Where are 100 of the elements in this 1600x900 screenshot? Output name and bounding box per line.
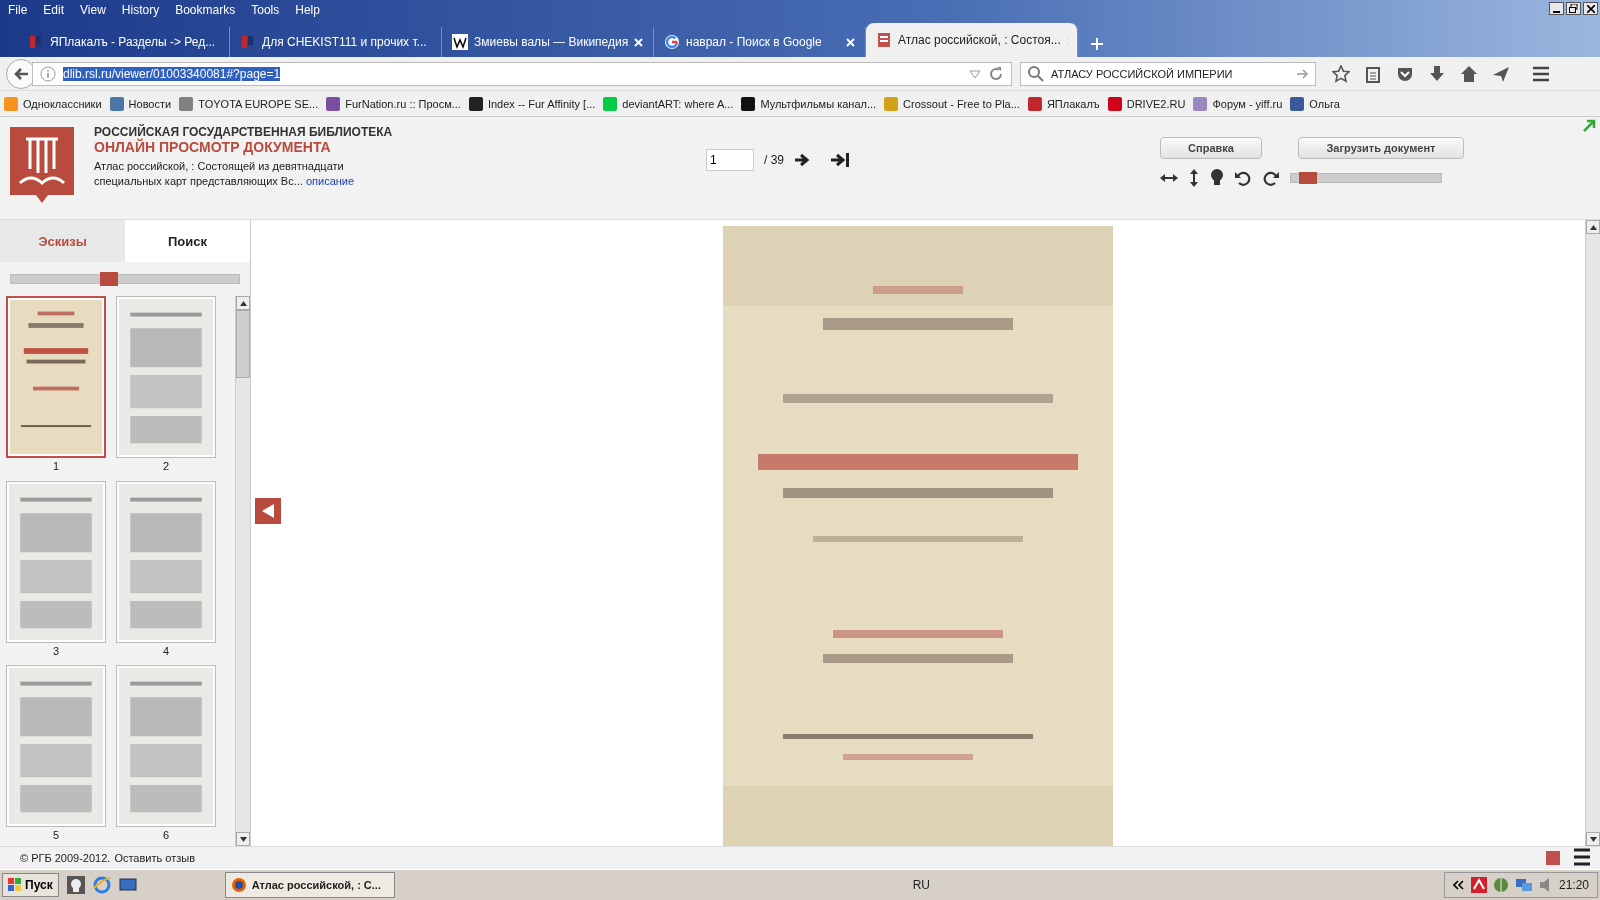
network-icon[interactable] <box>1514 877 1533 893</box>
plus-icon[interactable] <box>1090 37 1104 51</box>
url-text: dlib.rsl.ru/viewer/01003340081#?page=1 <box>63 66 281 81</box>
scroll-down-icon[interactable] <box>236 832 250 846</box>
wikipedia-icon <box>452 34 468 50</box>
language-indicator[interactable]: RU <box>912 878 930 892</box>
globe-icon[interactable] <box>1492 877 1509 893</box>
page-number-field[interactable]: 1 <box>706 149 754 171</box>
scrollbar[interactable] <box>235 296 250 846</box>
close-icon[interactable] <box>634 37 643 47</box>
desktop-icon[interactable] <box>118 877 137 893</box>
dropdown-icon[interactable] <box>969 68 981 79</box>
bookmark-link[interactable]: Crossout - Free to Pla... <box>903 97 1020 110</box>
close-icon[interactable] <box>846 37 855 47</box>
page-number: 1 <box>52 460 60 472</box>
scroll-up-icon[interactable] <box>236 296 250 310</box>
address-bar[interactable]: dlib.rsl.ru/viewer/01003340081#?page=1 <box>32 61 1012 86</box>
scroll-up-icon[interactable] <box>1586 220 1600 234</box>
page-number: 4 <box>162 644 170 657</box>
document-icon <box>876 32 892 48</box>
help-button[interactable]: Справка <box>1160 137 1262 159</box>
tab-title: ЯПлакалъ - Разделы -> Ред... <box>50 35 216 49</box>
tab-title: Змиевы валы — Википедия <box>474 35 629 49</box>
tab-title: наврал - Поиск в Google <box>686 35 823 49</box>
clock: 21:20 <box>1558 878 1589 892</box>
google-icon <box>664 34 680 50</box>
description-link[interactable]: описание <box>305 175 355 187</box>
menu-item[interactable]: Edit <box>43 3 65 17</box>
slider-thumb[interactable] <box>100 272 119 286</box>
close-button[interactable] <box>1583 2 1598 15</box>
firefox-icon <box>231 878 246 892</box>
collapse-button[interactable] <box>255 498 281 524</box>
sidebar-tab[interactable]: Поиск <box>125 220 250 262</box>
arrow-right-icon[interactable] <box>1297 68 1309 79</box>
expand-arrow-icon[interactable] <box>1582 119 1596 133</box>
search-field[interactable]: АТЛАСУ РОССИЙСКОЙ ИМПЕРИИ <box>1020 61 1316 86</box>
page-number: 5 <box>52 829 60 842</box>
lightbulb-icon[interactable] <box>1210 169 1224 187</box>
bookmark-link[interactable]: Мультфильмы канал... <box>760 97 877 110</box>
minimize-icon <box>1553 10 1560 13</box>
reload-icon[interactable] <box>987 64 1005 83</box>
browser-tab[interactable]: Атлас российской, : Состоя... <box>866 23 1078 57</box>
bookmark-link[interactable]: ЯПлакалъ <box>1046 97 1100 110</box>
send-icon[interactable] <box>1492 64 1510 83</box>
sidebar-tab[interactable]: Эскизы <box>0 220 125 262</box>
scroll-thumb[interactable] <box>236 310 250 378</box>
windows-logo <box>8 878 22 892</box>
download-button[interactable]: Загрузить документ <box>1298 137 1464 159</box>
bookmark-link[interactable]: Одноклассники <box>23 97 102 110</box>
flag-icon <box>28 34 44 50</box>
start-button[interactable]: Пуск <box>2 873 59 897</box>
page-total: / 39 <box>764 153 784 167</box>
menu-icon[interactable] <box>1532 64 1550 83</box>
menu-item[interactable]: View <box>80 3 106 17</box>
copyright-text: © РГБ 2009-2012. <box>20 852 111 864</box>
document-description: Атлас российской, : Состоящей из девятнадцати специальных карт представляющих Вс... описание <box>94 159 356 189</box>
star-icon[interactable] <box>1332 64 1350 83</box>
next-page-icon[interactable] <box>794 153 810 167</box>
color-square-icon[interactable] <box>1546 851 1560 865</box>
bookmark-link[interactable]: FurNation.ru :: Просм... <box>345 97 461 110</box>
viewer-title: ОНЛАЙН ПРОСМОТР ДОКУМЕНТА <box>94 139 332 155</box>
bookmark-link[interactable]: Форум - yiff.ru <box>1212 97 1283 110</box>
bookmark-link[interactable]: TOYOTA EUROPE SE... <box>198 97 319 110</box>
minimize-button[interactable] <box>1549 2 1564 15</box>
library-name: РОССИЙСКАЯ ГОСУДАРСТВЕННАЯ БИБЛИОТЕКА <box>94 125 394 139</box>
download-icon[interactable] <box>1428 64 1446 83</box>
bookmark-link[interactable]: DRIVE2.RU <box>1126 97 1186 110</box>
restore-icon <box>1569 4 1578 13</box>
menu-item[interactable]: Tools <box>251 3 280 17</box>
tab-title: Для CHEKIST111 и прочих т... <box>262 35 427 49</box>
fit-height-icon[interactable] <box>1188 169 1200 187</box>
page-number: 6 <box>162 829 170 842</box>
menu-icon[interactable] <box>1574 847 1590 867</box>
bookmark-link[interactable]: Index -- Fur Affinity [... <box>487 97 596 110</box>
taskbar-button[interactable]: Атлас российской, : С... <box>224 872 395 898</box>
last-page-icon[interactable] <box>830 153 850 167</box>
close-icon <box>1586 4 1595 13</box>
bookmark-link[interactable]: Новости <box>128 97 172 110</box>
restore-button[interactable] <box>1566 2 1581 15</box>
rotate-right-icon[interactable] <box>1262 169 1280 187</box>
triangle-left-icon <box>262 504 274 518</box>
clipboard-icon[interactable] <box>1364 64 1382 83</box>
browser-icon[interactable] <box>92 876 111 894</box>
slider-thumb[interactable] <box>1298 172 1317 184</box>
zoom-slider[interactable] <box>1290 173 1442 183</box>
rotate-left-icon[interactable] <box>1234 169 1252 187</box>
menu-item[interactable]: Help <box>295 3 320 17</box>
menu-item[interactable]: Bookmarks <box>175 3 236 17</box>
thumbnail-size-slider[interactable] <box>10 274 240 284</box>
menu-item[interactable]: File <box>8 3 28 17</box>
menu-item[interactable]: History <box>121 3 160 17</box>
chevron-left-icon[interactable] <box>1452 880 1465 890</box>
search-icon <box>1027 64 1045 83</box>
home-icon[interactable] <box>1460 64 1478 83</box>
bookmark-link[interactable]: Ольга <box>1309 97 1340 110</box>
bookmark-link[interactable]: deviantART: where A... <box>622 97 734 110</box>
feedback-link[interactable]: Оставить отзыв <box>114 852 195 864</box>
scrollbar[interactable] <box>1585 220 1600 846</box>
scroll-down-icon[interactable] <box>1586 832 1600 846</box>
fit-width-icon[interactable] <box>1160 172 1178 184</box>
